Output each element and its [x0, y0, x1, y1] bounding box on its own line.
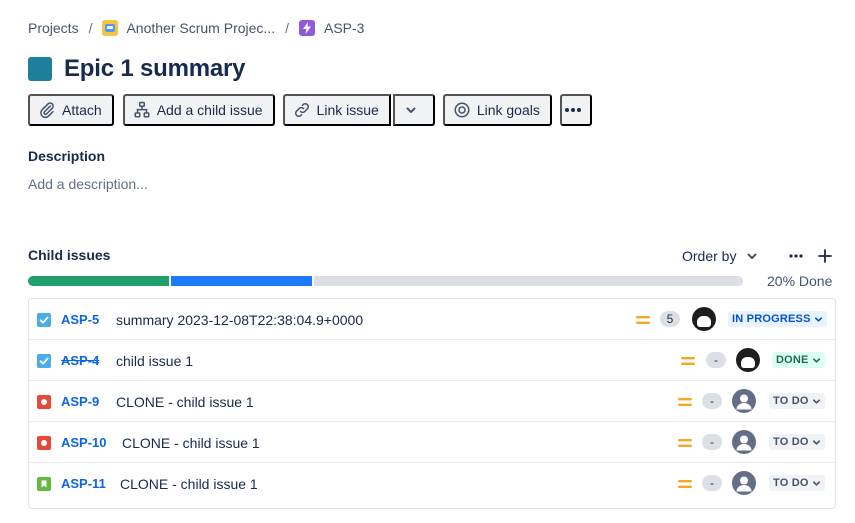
link-icon: [294, 102, 309, 118]
issue-key-link[interactable]: ASP-5: [61, 299, 99, 340]
child-issues-more-button[interactable]: [786, 246, 806, 266]
more-actions-button[interactable]: [559, 94, 592, 126]
story-icon: [37, 463, 51, 504]
add-child-issue-label: Add a child issue: [156, 102, 263, 118]
estimate-badge: -: [706, 352, 726, 368]
add-child-issue-plus-button[interactable]: [815, 246, 835, 266]
table-row[interactable]: ASP-11 CLONE - child issue 1 - TO DO: [29, 463, 835, 504]
add-child-issue-button[interactable]: Add a child issue: [122, 94, 275, 126]
order-by-label: Order by: [682, 248, 737, 264]
status-label: TO DO: [773, 477, 809, 489]
page-title[interactable]: Epic 1 summary: [64, 55, 245, 83]
breadcrumb-separator: /: [285, 20, 289, 36]
child-issues-list: ASP-5 summary 2023-12-08T22:38:04.9+0000…: [28, 298, 836, 509]
estimate-badge: 5: [660, 311, 680, 327]
unassigned-avatar-icon[interactable]: [732, 430, 756, 454]
chevron-down-icon: [814, 316, 822, 322]
breadcrumb-projects[interactable]: Projects: [28, 20, 79, 36]
issue-summary[interactable]: CLONE - child issue 1: [116, 381, 254, 422]
breadcrumb-separator: /: [88, 20, 93, 36]
table-row[interactable]: ASP-10 CLONE - child issue 1 - TO DO: [29, 422, 835, 463]
more-dots-icon: [789, 254, 803, 258]
issue-summary[interactable]: child issue 1: [116, 340, 193, 381]
project-avatar-icon: [102, 20, 119, 36]
estimate-badge: -: [702, 475, 722, 491]
status-lozenge[interactable]: IN PROGRESS: [728, 311, 827, 327]
progress-done-segment: [28, 276, 171, 286]
status-label: DONE: [776, 354, 809, 366]
plus-icon: [818, 249, 832, 263]
priority-medium-icon: [635, 299, 653, 340]
unassigned-avatar-icon[interactable]: [732, 471, 756, 495]
table-row[interactable]: ASP-5 summary 2023-12-08T22:38:04.9+0000…: [29, 299, 835, 340]
issue-summary[interactable]: summary 2023-12-08T22:38:04.9+0000: [116, 299, 363, 340]
order-by-dropdown[interactable]: Order by: [682, 246, 760, 266]
chevron-down-icon: [812, 357, 820, 363]
estimate-badge: -: [702, 393, 722, 409]
subtask-icon: [37, 340, 51, 381]
table-row[interactable]: ASP-4 child issue 1 - DONE: [29, 340, 835, 381]
link-goals-button[interactable]: Link goals: [442, 94, 552, 126]
chevron-down-icon: [812, 439, 820, 445]
child-issues-progress-bar: [28, 276, 743, 286]
issue-key-link[interactable]: ASP-10: [61, 422, 107, 463]
epic-color-icon: [28, 57, 52, 81]
breadcrumb-project[interactable]: Another Scrum Projec...: [102, 20, 275, 36]
issue-key-link[interactable]: ASP-9: [61, 381, 99, 422]
progress-in-progress-segment: [171, 276, 314, 286]
breadcrumb-issue[interactable]: ASP-3: [298, 20, 365, 36]
status-label: IN PROGRESS: [732, 313, 811, 325]
bug-icon: [37, 381, 51, 422]
bug-icon: [37, 422, 51, 463]
chevron-down-icon: [406, 107, 416, 113]
chevron-down-icon: [812, 480, 820, 486]
issue-summary[interactable]: CLONE - child issue 1: [120, 463, 258, 504]
breadcrumb: Projects / Another Scrum Projec... / ASP…: [28, 18, 364, 38]
status-lozenge[interactable]: TO DO: [769, 475, 825, 491]
chevron-down-icon: [812, 398, 820, 404]
issue-key-link[interactable]: ASP-4: [61, 340, 99, 381]
estimate-badge: -: [702, 434, 722, 450]
link-issue-button[interactable]: Link issue: [282, 94, 391, 126]
avatar[interactable]: [692, 307, 716, 331]
status-lozenge[interactable]: TO DO: [769, 434, 825, 450]
status-lozenge[interactable]: TO DO: [769, 393, 825, 409]
status-lozenge[interactable]: DONE: [772, 352, 825, 368]
more-dots-icon: [564, 108, 581, 112]
description-editor[interactable]: Add a description...: [28, 176, 148, 192]
child-issues-heading: Child issues: [28, 247, 111, 263]
link-goals-label: Link goals: [476, 102, 540, 118]
priority-medium-icon: [677, 381, 695, 422]
priority-medium-icon: [680, 340, 698, 381]
subtask-icon: [37, 299, 51, 340]
attach-button-label: Attach: [62, 102, 102, 118]
title-row: Epic 1 summary: [28, 55, 245, 83]
issue-toolbar: Attach Add a child issue Link issue Link…: [28, 94, 592, 126]
hierarchy-icon: [134, 101, 150, 118]
link-issue-label: Link issue: [316, 102, 379, 118]
description-heading: Description: [28, 148, 106, 164]
priority-medium-icon: [677, 463, 695, 504]
chevron-down-icon: [747, 253, 757, 259]
status-label: TO DO: [773, 395, 809, 407]
priority-medium-icon: [677, 422, 695, 463]
target-icon: [454, 102, 470, 118]
paperclip-icon: [40, 102, 54, 119]
link-issue-dropdown-button[interactable]: [392, 94, 435, 126]
breadcrumb-issue-label: ASP-3: [323, 20, 365, 36]
table-row[interactable]: ASP-9 CLONE - child issue 1 - TO DO: [29, 381, 835, 422]
avatar[interactable]: [736, 348, 760, 372]
unassigned-avatar-icon[interactable]: [732, 389, 756, 413]
epic-lightning-icon: [298, 20, 315, 36]
status-label: TO DO: [773, 436, 809, 448]
progress-percent-text: 20% Done: [767, 273, 833, 289]
issue-key-link[interactable]: ASP-11: [61, 463, 106, 504]
attach-button[interactable]: Attach: [28, 94, 114, 126]
breadcrumb-project-label: Another Scrum Projec...: [126, 20, 276, 36]
issue-summary[interactable]: CLONE - child issue 1: [122, 422, 260, 463]
